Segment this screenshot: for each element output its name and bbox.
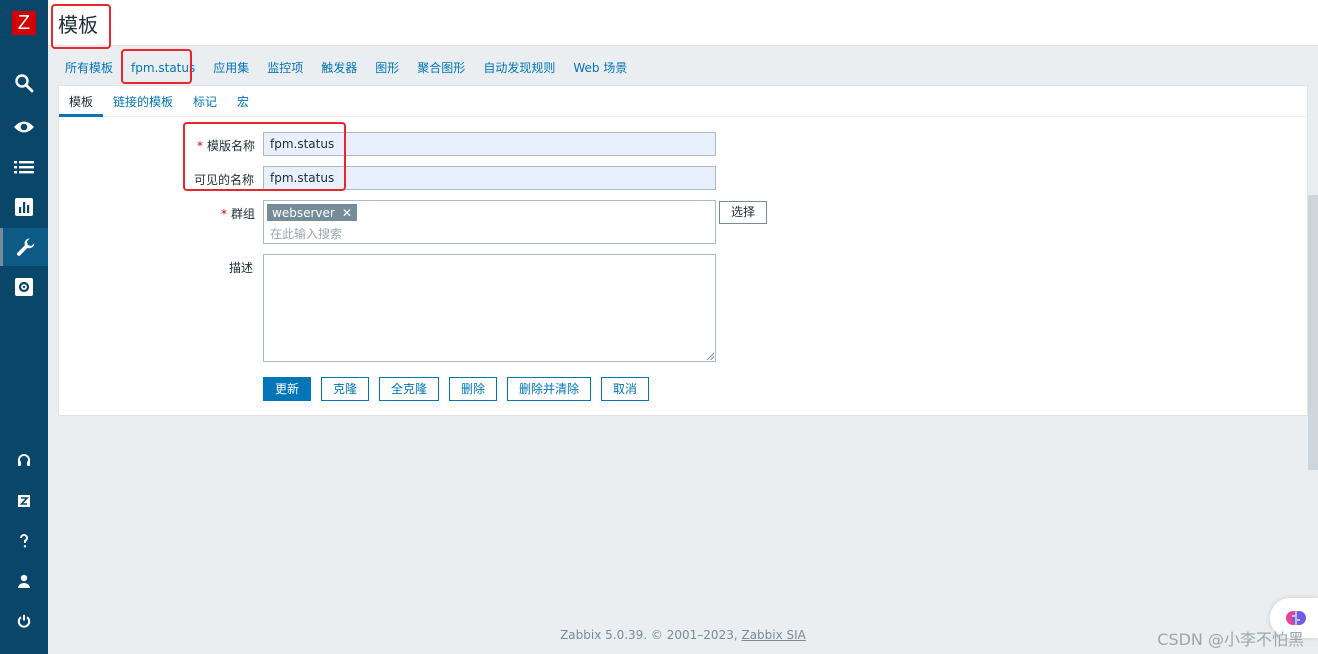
power-icon [17,614,31,628]
user-icon [18,574,30,588]
description-textarea[interactable] [263,254,716,362]
page-header: 模板 [48,0,1318,46]
tab-web-scenarios[interactable]: Web 场景 [566,57,634,79]
nav-share[interactable] [0,482,48,520]
gear-icon [15,278,33,296]
bar-chart-icon [15,198,33,216]
cancel-button[interactable]: 取消 [601,377,649,401]
tab-triggers[interactable]: 触发器 [314,57,364,79]
eye-icon [14,121,34,133]
nav-inventory[interactable] [0,148,48,186]
watermark: CSDN @小李不怕黑 [1157,630,1304,649]
zabbix-logo[interactable]: Z [12,11,36,35]
subtab-macros[interactable]: 宏 [237,93,249,110]
active-tab-indicator [59,114,103,117]
remove-tag-icon[interactable]: ✕ [342,206,352,220]
page-title: 模板 [58,13,98,37]
help-icon [19,534,28,548]
nav-configuration[interactable] [0,228,48,266]
nav-sign-out[interactable] [0,602,48,640]
full-clone-button[interactable]: 全克隆 [379,377,439,401]
required-mark: * [221,207,227,221]
update-button[interactable]: 更新 [263,377,311,401]
list-icon [14,161,34,174]
headset-icon [18,454,30,466]
group-tag: webserver ✕ [267,204,357,221]
tab-discovery-rules[interactable]: 自动发现规则 [476,57,562,79]
nav-search[interactable] [0,64,48,102]
visible-name-input[interactable]: fpm.status [263,166,716,190]
nav-help[interactable] [0,522,48,560]
nav-administration[interactable] [0,268,48,306]
visible-name-label: 可见的名称 [194,173,255,187]
right-edge-overlay [1308,195,1318,470]
nav-reports[interactable] [0,188,48,226]
template-name-label: * 模版名称 [197,139,256,153]
required-mark: * [197,139,203,153]
footer-link[interactable]: Zabbix SIA [741,628,805,642]
tab-all-templates[interactable]: 所有模板 [58,57,120,79]
footer-version: Zabbix 5.0.39. © 2001–2023, [560,628,742,642]
template-form-panel: 模板 链接的模板 标记 宏 * 模版名称 fpm.status 可见的名称 fpm… [58,85,1308,416]
wrench-icon [16,238,34,256]
subtab-linked-templates[interactable]: 链接的模板 [113,93,173,110]
resize-grip-icon[interactable] [706,352,714,360]
template-navigation-tabs: 所有模板 fpm.status 应用集 监控项 触发器 图形 聚合图形 自动发现… [58,57,638,79]
select-groups-button[interactable]: 选择 [719,201,767,224]
subtab-template[interactable]: 模板 [69,93,93,110]
tab-items[interactable]: 监控项 [260,57,310,79]
groups-multiselect[interactable]: webserver ✕ 在此输入搜索 [263,200,716,244]
template-name-input[interactable]: fpm.status [263,132,716,156]
subtab-tags[interactable]: 标记 [193,93,217,110]
delete-and-clear-button[interactable]: 删除并清除 [507,377,591,401]
nav-user-profile[interactable] [0,562,48,600]
tab-graphs[interactable]: 图形 [368,57,406,79]
search-icon [15,74,34,93]
sidebar: Z [0,0,48,654]
zabbix-share-icon [18,495,30,507]
tab-screens[interactable]: 聚合图形 [410,57,472,79]
footer: Zabbix 5.0.39. © 2001–2023, Zabbix SIA [48,628,1318,642]
tab-template-fpm-status[interactable]: fpm.status [124,57,202,79]
form-sub-tabs: 模板 链接的模板 标记 宏 [59,86,1307,117]
delete-button[interactable]: 删除 [449,377,497,401]
clone-button[interactable]: 克隆 [321,377,369,401]
nav-support[interactable] [0,442,48,480]
nav-monitoring[interactable] [0,108,48,146]
group-tag-label: webserver [272,205,335,220]
description-label: 描述 [229,261,254,275]
groups-label: * 群组 [221,207,256,221]
tab-applications[interactable]: 应用集 [206,57,256,79]
groups-search-input[interactable]: 在此输入搜索 [270,225,342,242]
